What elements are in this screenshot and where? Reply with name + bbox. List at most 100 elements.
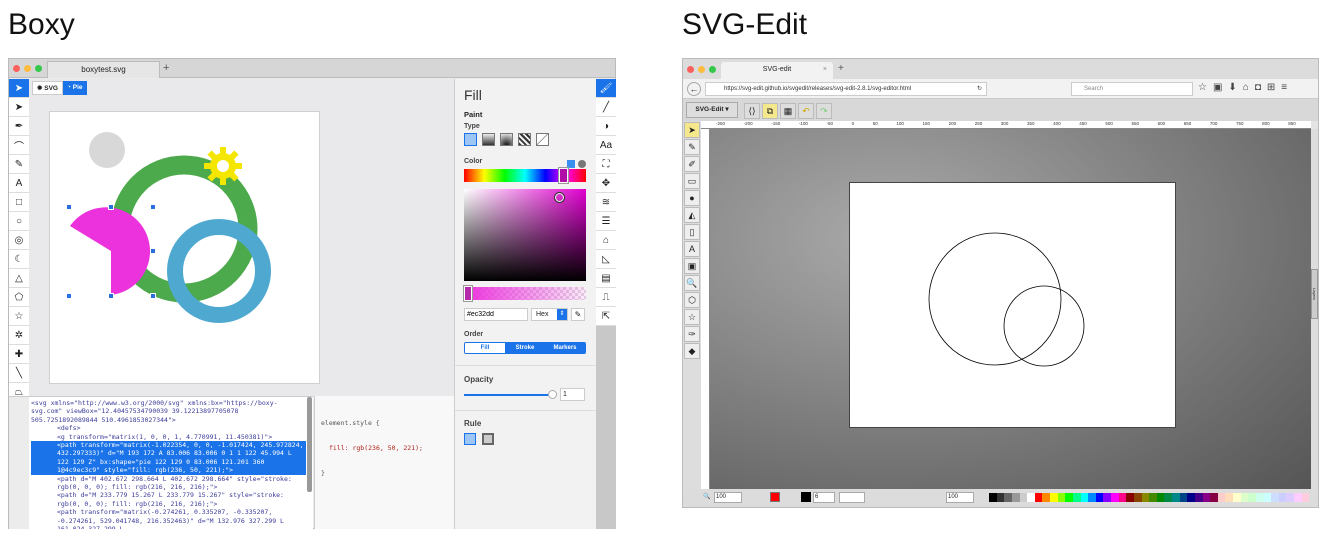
palette-swatch[interactable]	[1080, 493, 1089, 502]
eyedropper-tool-icon[interactable]: ✑	[684, 326, 700, 342]
resize-handle[interactable]	[150, 248, 156, 254]
palette-swatch[interactable]	[1255, 493, 1264, 502]
code-line[interactable]: <svg xmlns="http://www.w3.org/2000/svg" …	[31, 399, 306, 424]
palette-swatch[interactable]	[1118, 493, 1127, 502]
hex-input[interactable]	[464, 308, 528, 321]
opacity-input[interactable]: 100	[946, 492, 974, 503]
palette-swatch[interactable]	[1126, 493, 1134, 502]
window-controls[interactable]	[687, 65, 720, 75]
palette-swatch[interactable]	[1271, 493, 1279, 502]
palette-swatch[interactable]	[989, 493, 997, 502]
palette-swatch[interactable]	[1156, 493, 1165, 502]
eyedropper-icon[interactable]: ✎	[571, 308, 585, 321]
image-tool-icon[interactable]: ▣	[684, 258, 700, 274]
svgedit-workarea[interactable]	[710, 129, 1311, 489]
palette-swatch[interactable]	[1263, 493, 1272, 502]
tab-svgedit[interactable]: SVG-edit ×	[721, 62, 833, 79]
alpha-handle[interactable]	[463, 285, 473, 302]
order-tab-stroke[interactable]: Stroke	[505, 343, 545, 353]
palette-swatch[interactable]	[1278, 493, 1287, 502]
small-circle[interactable]	[1003, 285, 1085, 367]
opacity-slider[interactable]	[464, 394, 550, 396]
layers-tab[interactable]: Layers	[1311, 269, 1318, 319]
arrangement-panel-icon[interactable]: ✥	[596, 174, 616, 193]
palette-swatch[interactable]	[1141, 493, 1150, 502]
palette-swatch[interactable]	[1286, 493, 1294, 502]
code-line[interactable]: <path transform="matrix(-0.274261, 0.335…	[31, 508, 306, 529]
hue-slider[interactable]	[464, 167, 586, 184]
palette-swatch[interactable]	[1004, 493, 1012, 502]
gray-circle[interactable]	[89, 132, 125, 168]
back-button[interactable]: ←	[687, 82, 701, 96]
svgedit-page[interactable]	[849, 182, 1176, 428]
typography-panel-icon[interactable]: Aa	[596, 136, 616, 155]
palette-swatch[interactable]	[1133, 493, 1142, 502]
flat-color-button[interactable]	[464, 133, 477, 146]
resize-handle[interactable]	[150, 204, 156, 210]
opacity-handle[interactable]	[548, 390, 557, 399]
hsl-mode-icon[interactable]	[578, 160, 586, 168]
export-panel-icon[interactable]: ⇱	[596, 307, 616, 326]
search-input[interactable]: Search	[1071, 82, 1193, 96]
color-format-select[interactable]: Hex ⇕	[531, 308, 568, 321]
palette-swatch[interactable]	[1294, 493, 1302, 502]
undo-icon[interactable]: ↶	[798, 103, 814, 119]
radial-gradient-button[interactable]	[500, 133, 513, 146]
elements-panel-icon[interactable]: ☰	[596, 212, 616, 231]
palette-swatch[interactable]	[1057, 493, 1066, 502]
palette-swatch[interactable]	[1019, 493, 1028, 502]
code-line[interactable]: <path d="M 233.779 15.267 L 233.779 15.2…	[31, 491, 306, 508]
resize-handle[interactable]	[108, 293, 114, 299]
palette-swatch[interactable]	[1034, 493, 1043, 502]
evenodd-rule-button[interactable]	[482, 433, 494, 445]
resize-handle[interactable]	[108, 204, 114, 210]
palette-swatch[interactable]	[1027, 493, 1035, 502]
close-tab-icon[interactable]: ×	[823, 62, 827, 78]
pencil-tool-icon[interactable]: ✎	[684, 139, 700, 155]
yellow-gear[interactable]	[204, 147, 242, 185]
library-panel-icon[interactable]: ⌂	[596, 231, 616, 250]
palette-swatch[interactable]	[1072, 493, 1081, 502]
elements-panel[interactable]: <svg xmlns="http://www.w3.org/2000/svg" …	[9, 396, 313, 529]
palette-swatch[interactable]	[1301, 493, 1310, 502]
layers-panel-handle[interactable]: Layers	[1311, 129, 1318, 489]
palette-swatch[interactable]	[1103, 493, 1111, 502]
grid-icon[interactable]: ▦	[780, 103, 796, 119]
svgedit-menu-button[interactable]: SVG-Edit ▾	[686, 102, 738, 118]
palette-swatch[interactable]	[1217, 493, 1226, 502]
palette-swatch[interactable]	[1248, 493, 1256, 502]
palette-swatch[interactable]	[1240, 493, 1249, 502]
transform-panel-icon[interactable]: ⎍	[596, 288, 616, 307]
nonzero-rule-button[interactable]	[464, 433, 476, 445]
picker-handle[interactable]	[554, 192, 565, 203]
wireframe-icon[interactable]: ⟨⟩	[744, 103, 760, 119]
palette-swatch[interactable]	[1042, 493, 1050, 502]
palette-swatch[interactable]	[1194, 493, 1203, 502]
alpha-slider[interactable]	[463, 285, 586, 302]
palette-swatch[interactable]	[1233, 493, 1241, 502]
stroke-width-input[interactable]: 6	[813, 492, 835, 503]
fill-bucket-tool-icon[interactable]: ◆	[684, 343, 700, 359]
palette-swatch[interactable]	[1225, 493, 1233, 502]
layers-panel-icon[interactable]: ≋	[596, 193, 616, 212]
linear-gradient-button[interactable]	[482, 133, 495, 146]
palette-swatch[interactable]	[1179, 493, 1188, 502]
star-tool-icon[interactable]: ☆	[684, 309, 700, 325]
no-paint-button[interactable]	[536, 133, 549, 146]
stroke-color-swatch[interactable]	[801, 492, 811, 502]
palette-swatch[interactable]	[1095, 493, 1104, 502]
palette-swatch[interactable]	[1111, 493, 1119, 502]
new-tab-button[interactable]: +	[838, 63, 844, 74]
order-tab-markers[interactable]: Markers	[545, 343, 585, 353]
fill-color-swatch[interactable]	[770, 492, 780, 502]
pen-tool-icon[interactable]: ✐	[684, 156, 700, 172]
code-line[interactable]: <path transform="matrix(-1.022354, 0, 0,…	[31, 441, 306, 475]
comments-panel-icon[interactable]: ▤	[596, 269, 616, 288]
zoom-tool-icon[interactable]: 🔍	[684, 275, 700, 291]
text-tool-icon[interactable]: A	[684, 241, 700, 257]
redo-icon[interactable]: ↷	[816, 103, 832, 119]
color-palette[interactable]	[989, 493, 1310, 502]
pattern-button[interactable]	[518, 133, 531, 146]
geometry-panel-icon[interactable]: ◺	[596, 250, 616, 269]
palette-swatch[interactable]	[1088, 493, 1096, 502]
